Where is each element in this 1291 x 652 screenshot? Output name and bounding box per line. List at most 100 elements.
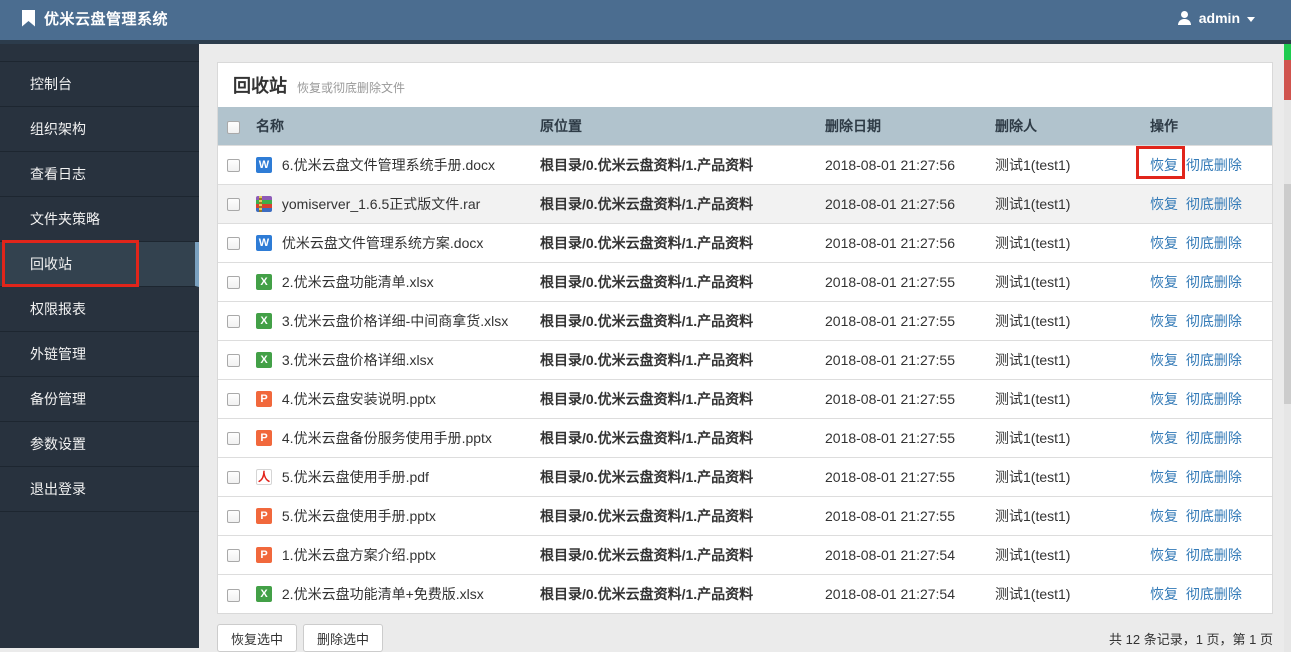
table-row: X 3.优米云盘价格详细-中间商拿货.xlsx 根目录/0.优米云盘资料/1.产… — [218, 300, 1272, 340]
row-checkbox[interactable] — [226, 276, 240, 290]
delete-date-cell: 2018-08-01 21:27:56 — [817, 222, 987, 262]
row-checkbox[interactable] — [226, 393, 240, 407]
sidebar-item-label: 退出登录 — [30, 481, 86, 497]
row-checkbox-cell — [218, 378, 248, 418]
original-location-cell: 根目录/0.优米云盘资料/1.产品资料 — [532, 339, 817, 379]
restore-link[interactable]: 恢复 — [1150, 235, 1178, 251]
row-checkbox[interactable] — [226, 471, 240, 485]
row-checkbox[interactable] — [226, 510, 240, 524]
row-checkbox-cell — [218, 300, 248, 340]
delete-date-cell: 2018-08-01 21:27:55 — [817, 417, 987, 457]
sidebar-item-4[interactable]: 回收站 — [0, 242, 199, 287]
recycle-bin-panel: 回收站 恢复或彻底删除文件 名称 原位置 删除日期 删除人 操作 W 6.优米云… — [217, 62, 1273, 614]
restore-link[interactable]: 恢复 — [1150, 313, 1178, 329]
file-name-cell: X 2.优米云盘功能清单+免费版.xlsx — [248, 573, 532, 613]
delete-forever-link[interactable]: 彻底删除 — [1186, 313, 1242, 329]
sidebar-item-label: 参数设置 — [30, 436, 86, 452]
actions-cell: 恢复 彻底删除 — [1142, 534, 1272, 574]
row-checkbox-cell — [218, 417, 248, 457]
deleter-cell: 测试1(test1) — [987, 339, 1142, 379]
restore-link[interactable]: 恢复 — [1150, 508, 1178, 524]
file-icon-rar — [256, 195, 272, 212]
sidebar-item-label: 控制台 — [30, 76, 72, 92]
file-name-cell: X 3.优米云盘价格详细.xlsx — [248, 339, 532, 379]
sidebar-item-7[interactable]: 备份管理 — [0, 377, 199, 422]
delete-forever-link[interactable]: 彻底删除 — [1186, 196, 1242, 212]
actions-cell: 恢复 彻底删除 — [1142, 573, 1272, 613]
deleter-cell: 测试1(test1) — [987, 417, 1142, 457]
sidebar-item-label: 外链管理 — [30, 346, 86, 362]
row-checkbox[interactable] — [226, 159, 240, 173]
table-row: W 6.优米云盘文件管理系统手册.docx 根目录/0.优米云盘资料/1.产品资… — [218, 144, 1272, 184]
delete-forever-link[interactable]: 彻底删除 — [1186, 430, 1242, 446]
row-checkbox-cell — [218, 183, 248, 223]
row-checkbox[interactable] — [226, 588, 240, 602]
file-icon-xlsx: X — [256, 312, 272, 329]
file-name-cell: P 4.优米云盘备份服务使用手册.pptx — [248, 417, 532, 457]
restore-link[interactable]: 恢复 — [1150, 352, 1178, 368]
page-subtitle: 恢复或彻底删除文件 — [297, 80, 406, 95]
table-row: X 2.优米云盘功能清单.xlsx 根目录/0.优米云盘资料/1.产品资料 20… — [218, 261, 1272, 301]
delete-forever-link[interactable]: 彻底删除 — [1186, 547, 1242, 563]
sidebar-item-3[interactable]: 文件夹策略 — [0, 197, 199, 242]
row-checkbox-cell — [218, 456, 248, 496]
file-name-cell: P 5.优米云盘使用手册.pptx — [248, 495, 532, 535]
row-checkbox[interactable] — [226, 549, 240, 563]
original-location-cell: 根目录/0.优米云盘资料/1.产品资料 — [532, 456, 817, 496]
user-menu[interactable]: admin — [1177, 10, 1255, 26]
file-icon-xlsx: X — [256, 273, 272, 290]
restore-link[interactable]: 恢复 — [1150, 547, 1178, 563]
delete-date-cell: 2018-08-01 21:27:55 — [817, 378, 987, 418]
sidebar-item-0[interactable]: 控制台 — [0, 62, 199, 107]
row-checkbox-cell — [218, 339, 248, 379]
delete-forever-link[interactable]: 彻底删除 — [1186, 274, 1242, 290]
deleter-cell: 测试1(test1) — [987, 495, 1142, 535]
original-location-cell: 根目录/0.优米云盘资料/1.产品资料 — [532, 222, 817, 262]
delete-forever-link[interactable]: 彻底删除 — [1186, 157, 1242, 173]
select-all-checkbox[interactable] — [226, 120, 240, 134]
actions-cell: 恢复 彻底删除 — [1142, 456, 1272, 496]
file-icon-pdf: 人 — [256, 468, 272, 485]
original-location-cell: 根目录/0.优米云盘资料/1.产品资料 — [532, 261, 817, 301]
sidebar-item-8[interactable]: 参数设置 — [0, 422, 199, 467]
original-location-cell: 根目录/0.优米云盘资料/1.产品资料 — [532, 534, 817, 574]
sidebar-item-5[interactable]: 权限报表 — [0, 287, 199, 332]
restore-link[interactable]: 恢复 — [1150, 157, 1178, 173]
scrollbar-thumb[interactable] — [1284, 184, 1291, 404]
delete-forever-link[interactable]: 彻底删除 — [1186, 235, 1242, 251]
row-checkbox[interactable] — [226, 237, 240, 251]
sidebar-item-9[interactable]: 退出登录 — [0, 467, 199, 512]
file-icon-xlsx: X — [256, 585, 272, 602]
table-row: yomiserver_1.6.5正式版文件.rar 根目录/0.优米云盘资料/1… — [218, 183, 1272, 223]
delete-selected-button[interactable]: 删除选中 — [303, 624, 384, 652]
row-checkbox[interactable] — [226, 315, 240, 329]
app-title: 优米云盘管理系统 — [44, 10, 169, 28]
row-checkbox[interactable] — [226, 432, 240, 446]
restore-link[interactable]: 恢复 — [1150, 430, 1178, 446]
restore-link[interactable]: 恢复 — [1150, 274, 1178, 290]
delete-forever-link[interactable]: 彻底删除 — [1186, 586, 1242, 602]
user-icon — [1177, 11, 1192, 25]
bookmark-icon — [22, 9, 35, 27]
row-checkbox-cell — [218, 573, 248, 613]
delete-forever-link[interactable]: 彻底删除 — [1186, 352, 1242, 368]
original-location-cell: 根目录/0.优米云盘资料/1.产品资料 — [532, 144, 817, 184]
delete-forever-link[interactable]: 彻底删除 — [1186, 469, 1242, 485]
sidebar-item-6[interactable]: 外链管理 — [0, 332, 199, 377]
restore-link[interactable]: 恢复 — [1150, 469, 1178, 485]
row-checkbox[interactable] — [226, 354, 240, 368]
row-checkbox[interactable] — [226, 198, 240, 212]
sidebar-item-label: 回收站 — [30, 256, 72, 272]
restore-selected-button[interactable]: 恢复选中 — [217, 624, 298, 652]
sidebar-item-1[interactable]: 组织架构 — [0, 107, 199, 152]
restore-link[interactable]: 恢复 — [1150, 196, 1178, 212]
delete-forever-link[interactable]: 彻底删除 — [1186, 508, 1242, 524]
delete-forever-link[interactable]: 彻底删除 — [1186, 391, 1242, 407]
restore-link[interactable]: 恢复 — [1150, 391, 1178, 407]
scroll-marker-red — [1284, 60, 1291, 100]
sidebar-item-2[interactable]: 查看日志 — [0, 152, 199, 197]
restore-link[interactable]: 恢复 — [1150, 586, 1178, 602]
scrollbar-track[interactable] — [1284, 44, 1291, 652]
records-summary: 共 12 条记录，1 页，第 1 页 — [1109, 631, 1273, 647]
table-row: P 1.优米云盘方案介绍.pptx 根目录/0.优米云盘资料/1.产品资料 20… — [218, 534, 1272, 574]
